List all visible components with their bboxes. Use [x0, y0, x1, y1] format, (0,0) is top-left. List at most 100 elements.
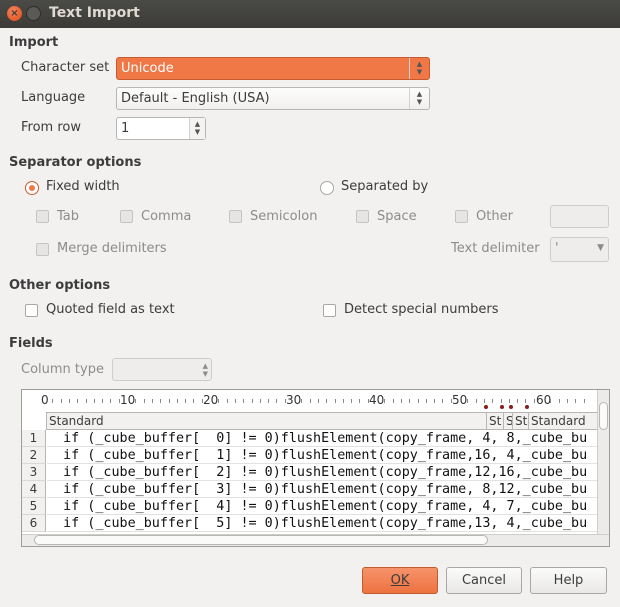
- ruler-tick: [168, 399, 170, 403]
- column-header[interactable]: Standard: [528, 412, 600, 430]
- space-checkbox[interactable]: [356, 210, 369, 223]
- ruler-tick: [276, 399, 278, 403]
- charset-select[interactable]: Unicode ▲ ▼: [116, 57, 430, 80]
- chevron-down-icon: ▼: [597, 243, 604, 253]
- ruler-tick: [60, 399, 62, 403]
- row-number: 3: [22, 464, 46, 481]
- ruler-tick: [566, 399, 568, 403]
- column-break-marker[interactable]: [484, 405, 488, 409]
- ruler-tick: [93, 399, 95, 403]
- ruler-tick: [508, 399, 510, 403]
- ruler-tick: [500, 399, 502, 403]
- table-row: if (_cube_buffer[ 5] != 0)flushElement(c…: [47, 515, 599, 532]
- fields-preview-grid[interactable]: 0 10 20 30 40 50 60 Standard St S St Sta…: [21, 389, 610, 547]
- spin-arrows-icon[interactable]: ▲ ▼: [189, 118, 205, 139]
- ruler-tick: [533, 399, 535, 403]
- ruler-tick: [550, 399, 552, 403]
- comma-checkbox[interactable]: [120, 210, 133, 223]
- help-button-label: Help: [553, 573, 584, 588]
- column-break-marker[interactable]: [509, 405, 513, 409]
- semicolon-checkbox[interactable]: [229, 210, 242, 223]
- language-value: Default - English (USA): [121, 91, 270, 106]
- fixed-width-label[interactable]: Fixed width: [46, 179, 120, 194]
- column-break-marker[interactable]: [525, 405, 529, 409]
- column-header[interactable]: St: [486, 412, 503, 430]
- ruler-tick: [417, 399, 419, 403]
- ruler-tick: [110, 399, 112, 403]
- ruler-tick: [176, 399, 178, 403]
- ruler-tick: [400, 399, 402, 403]
- tab-checkbox[interactable]: [36, 210, 49, 223]
- ruler-tick: [193, 399, 195, 403]
- table-row: if (_cube_buffer[ 2] != 0)flushElement(c…: [47, 464, 599, 481]
- ruler-tick: [475, 399, 477, 403]
- vertical-scrollbar[interactable]: [597, 390, 609, 535]
- column-header[interactable]: St: [512, 412, 528, 430]
- column-type-select[interactable]: ▲ ▼: [112, 358, 212, 381]
- detect-special-numbers-label[interactable]: Detect special numbers: [344, 302, 498, 317]
- text-delimiter-select[interactable]: ' ▼: [550, 237, 609, 262]
- ok-button-label: OK: [390, 573, 410, 588]
- ruler-tick: [226, 399, 228, 403]
- ruler-tick: [442, 399, 444, 403]
- quoted-field-checkbox[interactable]: [25, 304, 38, 317]
- fields-heading: Fields: [9, 336, 53, 351]
- column-break-marker[interactable]: [500, 405, 504, 409]
- table-row: if (_cube_buffer[ 4] != 0)flushElement(c…: [47, 498, 599, 515]
- cancel-button[interactable]: Cancel: [446, 567, 522, 594]
- ruler-tick: [85, 399, 87, 403]
- vertical-scroll-thumb[interactable]: [599, 402, 608, 430]
- other-label: Other: [476, 209, 513, 224]
- merge-delimiters-checkbox[interactable]: [36, 243, 49, 256]
- ruler-tick: [425, 399, 427, 403]
- ruler-tick: [259, 399, 261, 403]
- column-type-label: Column type: [21, 362, 104, 377]
- ruler-tick: [243, 399, 245, 403]
- detect-special-numbers-checkbox[interactable]: [323, 304, 336, 317]
- ruler-tick: [384, 399, 386, 403]
- ruler-tick: [434, 399, 436, 403]
- minimize-icon[interactable]: [26, 6, 41, 21]
- language-select[interactable]: Default - English (USA) ▲ ▼: [116, 87, 430, 110]
- space-label: Space: [377, 209, 417, 224]
- cancel-button-label: Cancel: [461, 573, 507, 588]
- ruler-label: 60: [536, 393, 552, 407]
- ruler-label: 50: [452, 393, 468, 407]
- close-icon[interactable]: ×: [7, 6, 22, 21]
- row-number: 5: [22, 498, 46, 515]
- merge-delimiters-label: Merge delimiters: [57, 241, 167, 256]
- help-button[interactable]: Help: [530, 567, 607, 594]
- separated-by-label[interactable]: Separated by: [341, 179, 428, 194]
- ok-button[interactable]: OK: [362, 567, 438, 594]
- ruler-tick: [575, 399, 577, 403]
- ruler-tick: [334, 399, 336, 403]
- other-checkbox[interactable]: [455, 210, 468, 223]
- horizontal-scrollbar[interactable]: [22, 534, 609, 546]
- ruler-tick: [143, 399, 145, 403]
- chevron-updown-icon: ▲ ▼: [409, 88, 429, 109]
- table-row: if (_cube_buffer[ 1] != 0)flushElement(c…: [47, 447, 599, 464]
- ruler-tick: [160, 399, 162, 403]
- ruler-tick: [284, 399, 286, 403]
- horizontal-scroll-thumb[interactable]: [34, 535, 488, 545]
- title-bar: × Text Import: [0, 0, 620, 28]
- other-input[interactable]: [550, 205, 609, 228]
- semicolon-label: Semicolon: [250, 209, 318, 224]
- quoted-field-label[interactable]: Quoted field as text: [46, 302, 175, 317]
- ruler-tick: [392, 399, 394, 403]
- row-number: 4: [22, 481, 46, 498]
- from-row-spinner[interactable]: 1 ▲ ▼: [116, 117, 206, 140]
- ruler-tick: [409, 399, 411, 403]
- separator-heading: Separator options: [9, 155, 142, 170]
- ruler-tick: [467, 399, 469, 403]
- column-header[interactable]: Standard: [46, 412, 486, 430]
- separated-by-radio[interactable]: [320, 181, 334, 195]
- column-ruler[interactable]: 0 10 20 30 40 50 60: [22, 390, 599, 412]
- column-header[interactable]: S: [503, 412, 512, 430]
- fixed-width-radio[interactable]: [25, 181, 39, 195]
- ruler-label: 10: [120, 393, 136, 407]
- table-row: if (_cube_buffer[ 3] != 0)flushElement(c…: [47, 481, 599, 498]
- ruler-tick: [367, 399, 369, 403]
- language-label: Language: [21, 90, 86, 105]
- ruler-label: 20: [203, 393, 219, 407]
